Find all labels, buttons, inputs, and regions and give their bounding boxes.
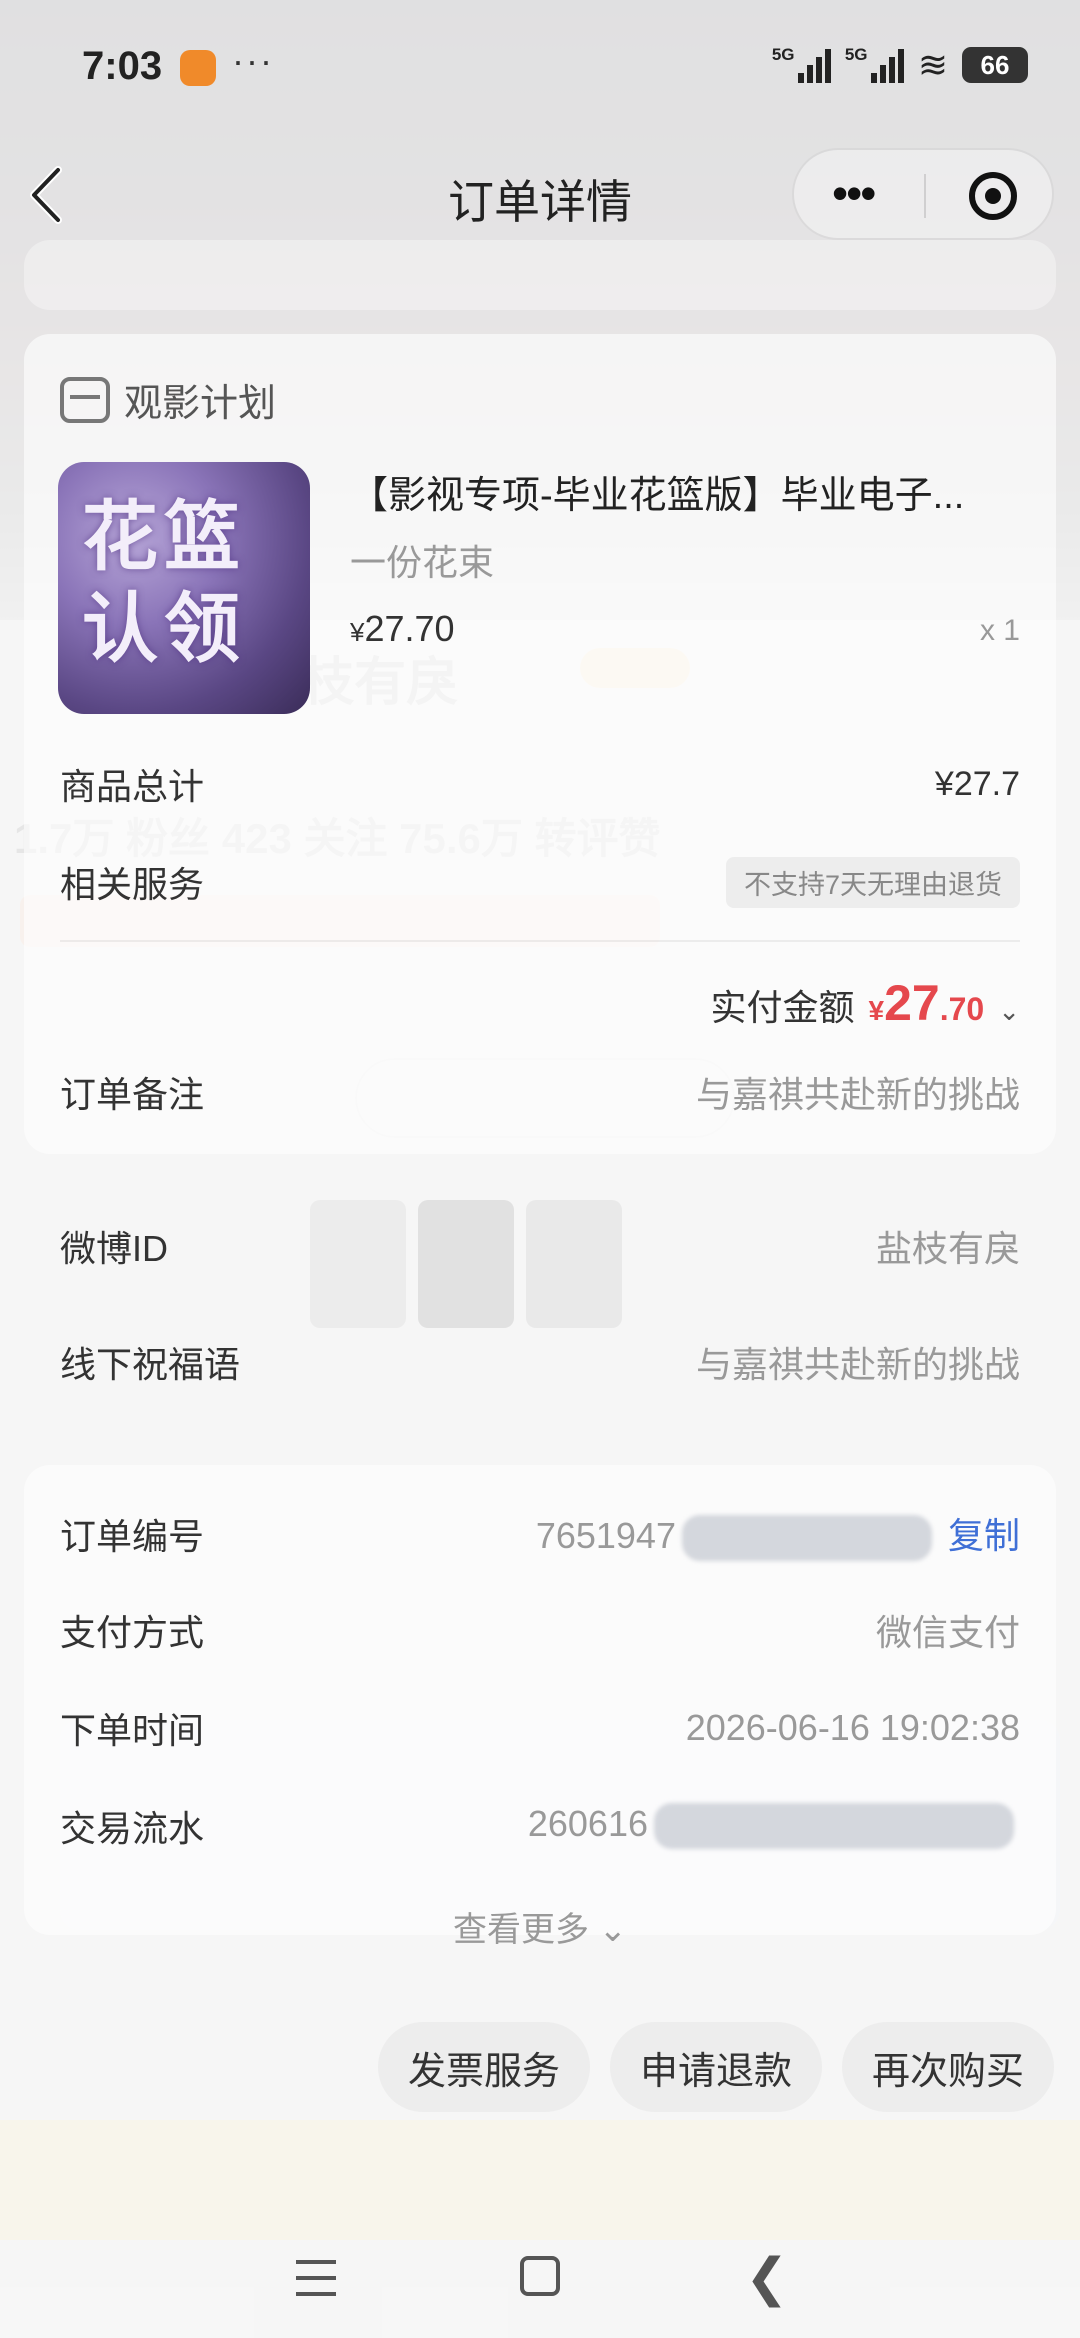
- invoice-button[interactable]: 发票服务: [377, 2022, 590, 2112]
- weibo-id-row: 微博ID 盐枝有戾: [60, 1216, 1020, 1276]
- redacted-blur: [681, 1515, 932, 1562]
- bottom-actions: 发票服务 申请退款 再次购买: [377, 2022, 1054, 2112]
- product-thumbnail[interactable]: 花篮 认领: [58, 462, 310, 714]
- remark-row: 订单备注 与嘉祺共赴新的挑战: [60, 1062, 1020, 1122]
- service-label: 相关服务: [60, 864, 205, 905]
- close-target-icon[interactable]: [969, 172, 1017, 220]
- paid-amount: ¥27.70: [868, 975, 985, 1031]
- divider: [60, 940, 1020, 942]
- remark-value: 与嘉祺共赴新的挑战: [695, 1074, 1020, 1115]
- weibo-id-value: 盐枝有戾: [875, 1228, 1020, 1269]
- copy-button[interactable]: 复制: [948, 1515, 1020, 1556]
- see-more-button[interactable]: 查看更多 ⌄: [0, 1902, 1080, 1951]
- order-summary-card: 观影计划 花篮 认领 【影视专项-毕业花篮版】毕业电子... 一份花束 ¥27.…: [24, 334, 1056, 1154]
- paid-amount-row[interactable]: 实付金额 ¥27.70 ⌄: [711, 974, 1021, 1032]
- more-notifications-icon: ···: [232, 40, 274, 81]
- remark-label: 订单备注: [60, 1074, 205, 1115]
- transaction-value: 260616: [528, 1803, 1020, 1850]
- product-subtitle: 一份花束: [350, 542, 495, 583]
- wish-label: 线下祝福语: [60, 1344, 241, 1385]
- app-notification-icon: [180, 50, 216, 86]
- order-time-label: 下单时间: [60, 1710, 205, 1751]
- signal-5g-1-icon: 5G: [772, 45, 831, 83]
- redacted-blur: [654, 1803, 1014, 1850]
- payment-method-value: 微信支付: [875, 1612, 1020, 1653]
- system-nav-bar: ❮: [0, 2240, 1080, 2338]
- service-row: 相关服务 不支持7天无理由退货: [60, 852, 1020, 912]
- transaction-label: 交易流水: [60, 1808, 205, 1849]
- home-icon[interactable]: [520, 2256, 560, 2296]
- plan-label: 观影计划: [124, 383, 277, 425]
- wish-value: 与嘉祺共赴新的挑战: [695, 1344, 1020, 1385]
- order-time-value: 2026-06-16 19:02:38: [685, 1707, 1020, 1748]
- payment-method-row: 支付方式 微信支付: [60, 1600, 1020, 1660]
- chevron-down-icon: ⌄: [598, 1911, 627, 1949]
- total-value: ¥27.7: [934, 764, 1020, 803]
- order-number-row: 订单编号 7651947 复制: [60, 1504, 1020, 1564]
- order-number-label: 订单编号: [60, 1516, 205, 1557]
- weibo-id-label: 微博ID: [60, 1228, 169, 1269]
- total-row: 商品总计 ¥27.7: [60, 754, 1020, 814]
- chevron-down-icon[interactable]: ⌄: [998, 996, 1020, 1027]
- wifi-icon: ≋: [917, 44, 948, 85]
- recent-apps-icon[interactable]: [296, 2260, 336, 2296]
- refund-button[interactable]: 申请退款: [609, 2022, 822, 2112]
- order-number-value: 7651947 复制: [536, 1507, 1020, 1562]
- plan-header: 观影计划: [60, 372, 276, 427]
- product-quantity: x 1: [979, 614, 1020, 647]
- mini-program-capsule: •••: [792, 148, 1054, 240]
- card-stub: [24, 240, 1056, 310]
- paid-label: 实付金额: [710, 987, 855, 1028]
- status-bar: 7:03 ··· 5G 5G ≋ 66: [0, 0, 1080, 130]
- back-icon[interactable]: ❮: [745, 2248, 789, 2308]
- payment-method-label: 支付方式: [60, 1612, 205, 1653]
- battery-icon: 66: [962, 47, 1028, 83]
- total-label: 商品总计: [60, 766, 205, 807]
- service-tag: 不支持7天无理由退货: [725, 856, 1020, 908]
- order-time-row: 下单时间 2026-06-16 19:02:38: [60, 1698, 1020, 1758]
- capsule-divider: [924, 174, 926, 218]
- signal-5g-2-icon: 5G: [845, 45, 904, 83]
- wish-row: 线下祝福语 与嘉祺共赴新的挑战: [60, 1332, 1020, 1392]
- transaction-row: 交易流水 260616: [60, 1796, 1020, 1856]
- status-time: 7:03: [82, 44, 163, 88]
- rebuy-button[interactable]: 再次购买: [841, 2022, 1054, 2112]
- store-icon: [60, 376, 110, 423]
- more-menu-icon[interactable]: •••: [832, 170, 876, 216]
- product-title[interactable]: 【影视专项-毕业花篮版】毕业电子...: [350, 464, 1040, 519]
- product-price: ¥27.70: [350, 608, 455, 649]
- thumbnail-text: 花篮 认领: [82, 495, 246, 672]
